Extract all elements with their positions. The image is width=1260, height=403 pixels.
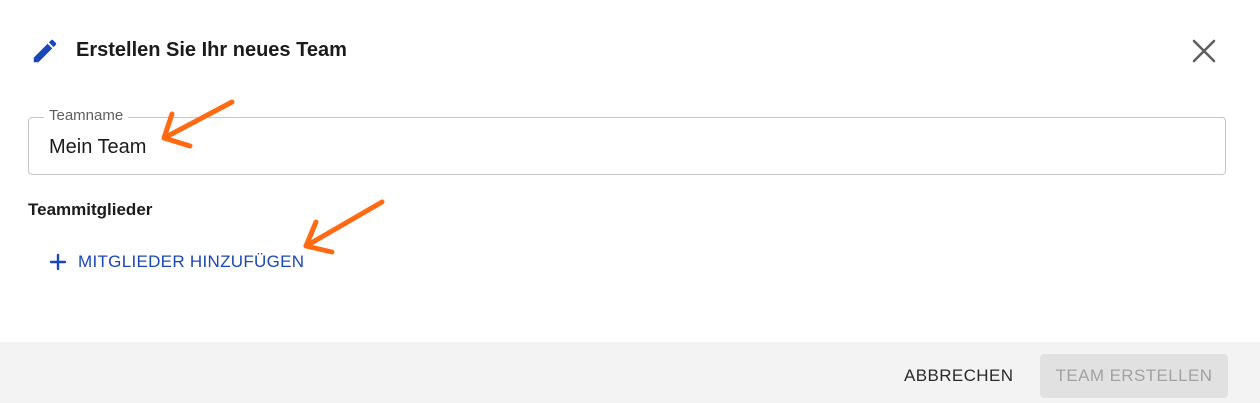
plus-icon bbox=[49, 253, 67, 271]
create-team-dialog: Erstellen Sie Ihr neues Team Teamname Me… bbox=[0, 0, 1260, 403]
team-name-input[interactable]: Mein Team bbox=[49, 135, 146, 159]
dialog-title: Erstellen Sie Ihr neues Team bbox=[76, 39, 347, 61]
add-members-label: MITGLIEDER HINZUFÜGEN bbox=[78, 252, 305, 271]
team-name-label: Teamname bbox=[44, 107, 129, 125]
dialog-header: Erstellen Sie Ihr neues Team bbox=[0, 0, 1260, 100]
close-button[interactable] bbox=[1184, 31, 1224, 71]
close-icon bbox=[1192, 39, 1216, 63]
team-members-label: Teammitglieder bbox=[28, 200, 153, 219]
cancel-button[interactable]: ABBRECHEN bbox=[892, 354, 1025, 398]
add-members-button[interactable]: MITGLIEDER HINZUFÜGEN bbox=[40, 246, 312, 278]
dialog-footer: ABBRECHEN TEAM ERSTELLEN bbox=[0, 342, 1260, 403]
create-team-button: TEAM ERSTELLEN bbox=[1040, 354, 1228, 398]
team-name-field[interactable]: Teamname Mein Team bbox=[28, 107, 1226, 175]
pencil-icon bbox=[30, 36, 60, 66]
